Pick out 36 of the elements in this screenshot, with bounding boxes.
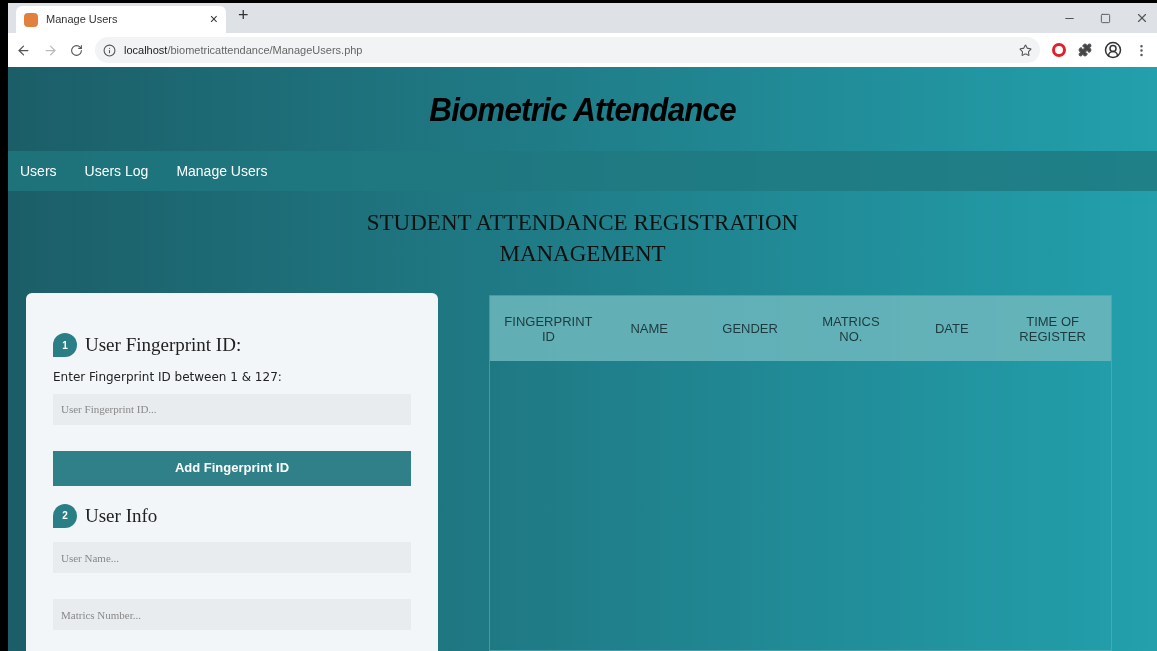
step-number: 2: [53, 503, 77, 528]
column-header: FINGERPRINT ID: [503, 313, 594, 344]
step-title: User Info: [85, 503, 158, 528]
browser-tab[interactable]: Manage Users ×: [16, 6, 226, 33]
input-field[interactable]: User Fingerprint ID...: [53, 393, 411, 425]
back-icon[interactable]: [16, 42, 31, 58]
nav-link[interactable]: Manage Users: [176, 160, 268, 182]
step-number: 1: [53, 333, 77, 358]
page-heading: STUDENT ATTENDANCE REGISTRATION MANAGEMENT: [365, 209, 800, 268]
input-field[interactable]: User Name...: [53, 542, 411, 573]
input-field[interactable]: Matrics Number...: [53, 599, 411, 630]
column-header: GENDER: [722, 321, 778, 336]
close-icon[interactable]: [1135, 11, 1149, 25]
add-fingerprint-button[interactable]: Add Fingerprint ID: [53, 450, 411, 486]
site-icon: [24, 12, 38, 27]
new-tab-button[interactable]: +: [238, 3, 249, 29]
column-header: TIME OF REGISTER: [1018, 313, 1087, 344]
tab-close[interactable]: ×: [209, 9, 218, 30]
nav-link[interactable]: Users Log: [84, 160, 149, 182]
step-title: User Fingerprint ID:: [85, 333, 242, 357]
profile-icon[interactable]: [1104, 41, 1122, 59]
info-icon: [103, 43, 116, 57]
address-bar[interactable]: localhost/biometricattendance/ManageUsers.php: [95, 37, 1040, 63]
url-text: localhost/biometricattendance/ManageUsers.php: [124, 42, 364, 58]
bookmark-icon[interactable]: [1019, 43, 1032, 57]
column-header: MATRICS NO.: [821, 313, 881, 344]
tab-title: Manage Users: [46, 12, 119, 28]
extensions-icon[interactable]: [1078, 43, 1092, 57]
column-header: DATE: [934, 321, 969, 336]
reload-icon[interactable]: [70, 43, 83, 57]
opera-icon[interactable]: [1052, 43, 1066, 57]
site-title: Biometric Attendance: [429, 88, 736, 130]
column-header: NAME: [630, 321, 668, 336]
field-label: Enter Fingerprint ID between 1 & 127:: [53, 368, 283, 386]
nav-link[interactable]: Users: [20, 160, 57, 182]
maximize-icon[interactable]: [1100, 12, 1111, 24]
